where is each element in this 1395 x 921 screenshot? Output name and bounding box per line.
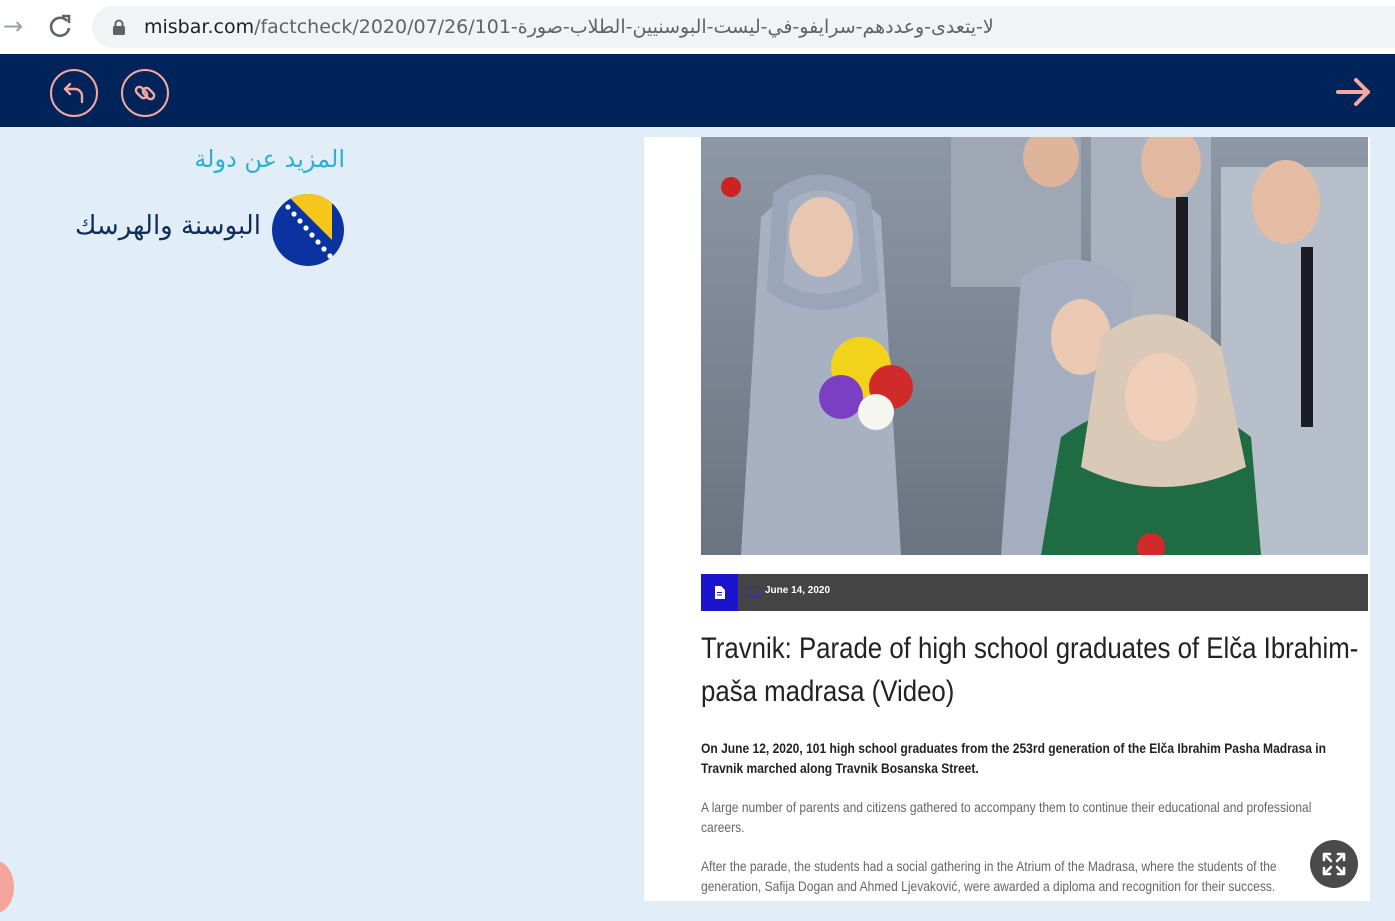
arrow-right-icon[interactable] xyxy=(1334,74,1374,110)
circle-arrow-back-icon xyxy=(63,82,84,104)
lock-icon xyxy=(113,19,125,35)
browser-back-icon[interactable]: → xyxy=(0,12,26,40)
article-screenshot: June 14, 2020 Travnik: Parade of high sc… xyxy=(644,137,1370,901)
country-link[interactable]: البوسنة والهرسك xyxy=(75,211,261,241)
address-bar[interactable]: misbar.com/factcheck/2020/07/26/101-لا-ي… xyxy=(92,6,1395,48)
page-content: المزيد عن دولة البوسنة والهرسك June 14, … xyxy=(0,127,1395,921)
article-meta-bar: June 14, 2020 xyxy=(701,574,1368,611)
link-icon xyxy=(134,85,156,101)
back-button[interactable] xyxy=(50,69,98,117)
floating-button[interactable] xyxy=(0,861,14,913)
bosnia-flag-icon[interactable] xyxy=(272,194,344,266)
site-header xyxy=(0,54,1395,127)
browser-toolbar: → misbar.com/factcheck/2020/07/26/101-لا… xyxy=(0,0,1395,54)
article-paragraph: A large number of parents and citizens g… xyxy=(701,799,1312,835)
document-icon xyxy=(701,574,738,611)
graduates-photo xyxy=(701,137,1368,555)
url-text: misbar.com/factcheck/2020/07/26/101-لا-ي… xyxy=(144,15,994,39)
url-path: /factcheck/2020/07/26/101-لا-يتعدى-وعدده… xyxy=(254,16,994,38)
more-about-country-heading: المزيد عن دولة xyxy=(194,145,345,173)
article-lead: On June 12, 2020, 101 high school gradua… xyxy=(701,740,1326,776)
calendar-icon xyxy=(749,587,759,597)
reload-icon[interactable] xyxy=(46,12,74,40)
expand-button[interactable] xyxy=(1310,840,1358,888)
copy-link-button[interactable] xyxy=(121,69,169,117)
url-host: misbar.com xyxy=(144,16,255,38)
expand-icon xyxy=(1322,852,1346,876)
article-date: June 14, 2020 xyxy=(765,585,831,596)
article-paragraph: After the parade, the students had a soc… xyxy=(701,858,1277,894)
article-title: Travnik: Parade of high school graduates… xyxy=(701,632,1359,708)
